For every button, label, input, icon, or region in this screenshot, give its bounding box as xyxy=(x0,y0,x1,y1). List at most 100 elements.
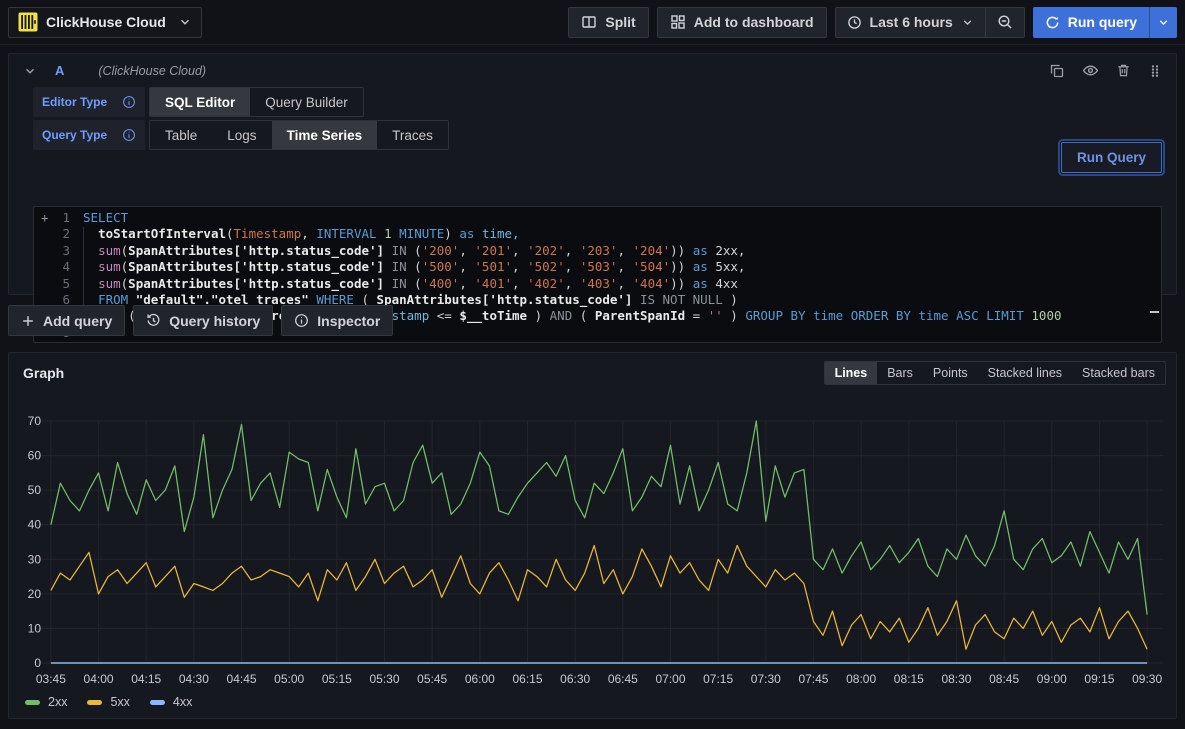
editor-type-label-text: Editor Type xyxy=(42,95,107,109)
clock-icon xyxy=(847,15,862,30)
query-actions: Add query Query history Inspector xyxy=(8,305,393,336)
time-range-group: Last 6 hours xyxy=(835,7,1025,38)
query-ref-id[interactable]: A xyxy=(55,63,64,78)
run-query-split-button: Run query xyxy=(1033,7,1177,38)
legend-label: 2xx xyxy=(48,695,67,709)
split-button[interactable]: Split xyxy=(568,7,648,38)
plus-icon xyxy=(21,314,35,328)
editor-type-query-builder[interactable]: Query Builder xyxy=(250,88,363,116)
svg-text:20: 20 xyxy=(28,587,42,601)
svg-text:06:00: 06:00 xyxy=(465,672,495,686)
svg-text:07:00: 07:00 xyxy=(655,672,685,686)
svg-text:60: 60 xyxy=(28,449,42,463)
time-range-label: Last 6 hours xyxy=(870,14,953,30)
legend-item-4xx[interactable]: 4xx xyxy=(150,695,192,709)
graph-style-stacked-lines[interactable]: Stacked lines xyxy=(978,362,1072,384)
graph-style-stacked-bars[interactable]: Stacked bars xyxy=(1072,362,1165,384)
info-icon xyxy=(294,313,309,328)
add-to-dashboard-label: Add to dashboard xyxy=(694,14,814,30)
svg-text:06:15: 06:15 xyxy=(512,672,542,686)
query-type-label-text: Query Type xyxy=(42,128,107,142)
svg-text:04:45: 04:45 xyxy=(227,672,257,686)
top-bar: ClickHouse Cloud Split Add to dashboard … xyxy=(0,0,1185,45)
run-query-label: Run query xyxy=(1068,14,1137,30)
graph-style-points[interactable]: Points xyxy=(923,362,978,384)
query-type-logs[interactable]: Logs xyxy=(212,121,271,149)
svg-text:06:45: 06:45 xyxy=(608,672,638,686)
zoom-out-button[interactable] xyxy=(986,8,1024,37)
query-editor-panel: A (ClickHouse Cloud) Editor Type SQL Edi… xyxy=(8,53,1177,295)
run-query-button[interactable]: Run query xyxy=(1033,7,1149,38)
run-query-dropdown[interactable] xyxy=(1149,7,1177,38)
add-query-label: Add query xyxy=(43,313,112,329)
chevron-down-icon xyxy=(178,15,192,29)
query-type-table[interactable]: Table xyxy=(150,121,212,149)
graph-style-switcher: Lines Bars Points Stacked lines Stacked … xyxy=(824,361,1166,385)
svg-text:09:15: 09:15 xyxy=(1084,672,1114,686)
add-to-dashboard-button[interactable]: Add to dashboard xyxy=(657,7,827,38)
sync-icon xyxy=(1045,15,1060,30)
query-datasource-hint: (ClickHouse Cloud) xyxy=(98,64,206,78)
run-query-panel-button[interactable]: Run Query xyxy=(1061,142,1162,173)
legend-swatch xyxy=(87,700,102,705)
time-series-chart[interactable]: 01020304050607003:4504:0004:1504:3004:45… xyxy=(13,391,1172,691)
legend-label: 4xx xyxy=(173,695,192,709)
drag-handle-icon[interactable] xyxy=(1148,63,1162,79)
svg-text:10: 10 xyxy=(28,621,42,635)
graph-style-lines[interactable]: Lines xyxy=(825,362,878,384)
chevron-down-icon xyxy=(961,16,974,29)
svg-text:0: 0 xyxy=(34,656,41,670)
query-type-label: Query Type xyxy=(33,120,145,150)
editor-type-sql-editor[interactable]: SQL Editor xyxy=(150,88,250,116)
svg-text:04:15: 04:15 xyxy=(131,672,161,686)
legend-item-2xx[interactable]: 2xx xyxy=(25,695,67,709)
datasource-label: ClickHouse Cloud xyxy=(46,14,170,30)
apps-icon xyxy=(670,14,686,30)
svg-text:09:30: 09:30 xyxy=(1132,672,1162,686)
graph-style-bars[interactable]: Bars xyxy=(877,362,923,384)
svg-text:07:30: 07:30 xyxy=(751,672,781,686)
query-history-button[interactable]: Query history xyxy=(133,305,273,336)
chart-legend: 2xx 5xx 4xx xyxy=(25,695,192,709)
text-cursor xyxy=(1150,311,1159,313)
svg-text:04:00: 04:00 xyxy=(84,672,114,686)
hide-query-eye-icon[interactable] xyxy=(1082,62,1099,79)
delete-query-trash-icon[interactable] xyxy=(1116,63,1131,78)
query-row-header[interactable]: A (ClickHouse Cloud) xyxy=(9,54,1176,87)
svg-text:04:30: 04:30 xyxy=(179,672,209,686)
legend-swatch xyxy=(150,700,165,705)
add-line-icon: + xyxy=(41,210,49,226)
svg-text:03:45: 03:45 xyxy=(36,672,66,686)
svg-text:07:15: 07:15 xyxy=(703,672,733,686)
svg-text:50: 50 xyxy=(28,483,42,497)
svg-text:05:45: 05:45 xyxy=(417,672,447,686)
svg-text:08:15: 08:15 xyxy=(894,672,924,686)
duplicate-query-icon[interactable] xyxy=(1049,63,1065,79)
svg-text:70: 70 xyxy=(28,414,42,428)
graph-panel-title: Graph xyxy=(23,365,64,381)
query-type-time-series[interactable]: Time Series xyxy=(272,121,378,149)
svg-text:09:00: 09:00 xyxy=(1037,672,1067,686)
info-icon[interactable] xyxy=(122,128,136,142)
svg-text:05:15: 05:15 xyxy=(322,672,352,686)
split-label: Split xyxy=(605,14,635,30)
history-icon xyxy=(146,313,161,328)
query-type-switcher: Table Logs Time Series Traces xyxy=(149,120,449,150)
svg-text:05:00: 05:00 xyxy=(274,672,304,686)
svg-text:40: 40 xyxy=(28,518,42,532)
legend-item-5xx[interactable]: 5xx xyxy=(87,695,129,709)
collapse-chevron-icon[interactable] xyxy=(23,64,37,78)
svg-text:08:00: 08:00 xyxy=(846,672,876,686)
query-type-traces[interactable]: Traces xyxy=(377,121,448,149)
query-history-label: Query history xyxy=(169,313,260,329)
zoom-out-icon xyxy=(997,14,1013,30)
datasource-picker[interactable]: ClickHouse Cloud xyxy=(8,7,202,38)
clickhouse-logo xyxy=(18,12,38,32)
info-icon[interactable] xyxy=(122,95,136,109)
add-query-button[interactable]: Add query xyxy=(8,305,125,336)
inspector-label: Inspector xyxy=(317,313,380,329)
svg-text:08:30: 08:30 xyxy=(941,672,971,686)
inspector-button[interactable]: Inspector xyxy=(281,305,393,336)
editor-type-switcher: SQL Editor Query Builder xyxy=(149,87,364,117)
time-range-picker[interactable]: Last 6 hours xyxy=(836,8,985,37)
